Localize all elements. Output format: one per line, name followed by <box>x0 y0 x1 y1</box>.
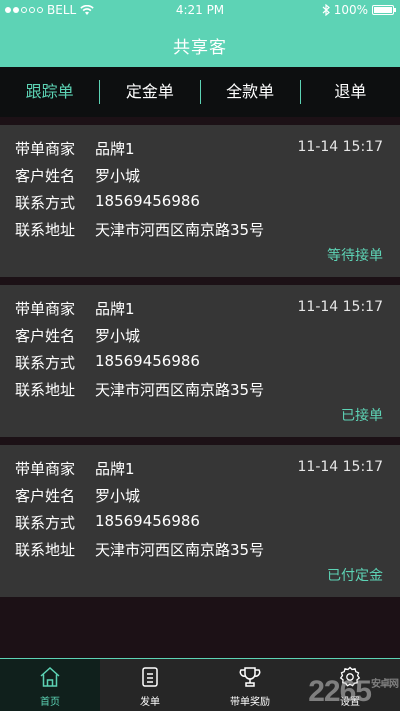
bluetooth-icon <box>322 4 330 16</box>
battery-icon <box>372 5 396 15</box>
customer-label: 客户姓名 <box>15 327 76 345</box>
customer-value: 罗小城 <box>95 167 141 185</box>
address-value: 天津市河西区南京路35号 <box>95 221 265 239</box>
battery-percent: 100% <box>333 3 368 17</box>
phone-label: 联系方式 <box>15 514 76 532</box>
clipboard-icon <box>142 667 158 687</box>
nav-post-order-label: 发单 <box>140 697 160 708</box>
merchant-label: 带单商家 <box>15 460 76 478</box>
phone-row: 联系方式 18569456986 <box>15 512 200 532</box>
trophy-icon <box>239 667 261 687</box>
tab-deposit[interactable]: 定金单 <box>99 80 199 104</box>
order-status: 等待接单 <box>327 248 383 264</box>
tab-refund[interactable]: 退单 <box>299 80 400 104</box>
customer-row: 客户姓名 罗小城 <box>15 485 140 505</box>
merchant-value: 品牌1 <box>95 300 135 318</box>
address-row: 联系地址 天津市河西区南京路35号 <box>15 379 264 399</box>
status-bar: BELL 4:21 PM 100% <box>0 0 400 20</box>
home-icon <box>40 666 60 687</box>
nav-home-label: 首页 <box>40 697 60 708</box>
address-row: 联系地址 天津市河西区南京路35号 <box>15 219 264 239</box>
phone-value: 18569456986 <box>95 512 200 530</box>
app-header: BELL 4:21 PM 100% 共享客 <box>0 0 400 67</box>
customer-value: 罗小城 <box>95 487 141 505</box>
phone-row: 联系方式 18569456986 <box>15 192 200 212</box>
customer-row: 客户姓名 罗小城 <box>15 325 140 345</box>
page-title: 共享客 <box>173 38 227 58</box>
order-status: 已接单 <box>341 408 383 424</box>
order-time: 11-14 15:17 <box>297 139 383 155</box>
order-list: 带单商家 品牌1 11-14 15:17 客户姓名 罗小城 联系方式 18569… <box>0 125 400 605</box>
order-card[interactable]: 带单商家 品牌1 11-14 15:17 客户姓名 罗小城 联系方式 18569… <box>0 445 400 597</box>
order-status: 已付定金 <box>327 568 383 584</box>
address-label: 联系地址 <box>15 381 76 399</box>
address-row: 联系地址 天津市河西区南京路35号 <box>15 539 264 559</box>
watermark-logo: 2265安卓网 <box>308 675 399 709</box>
address-value: 天津市河西区南京路35号 <box>95 381 265 399</box>
tab-full-payment[interactable]: 全款单 <box>199 80 300 104</box>
merchant-row: 带单商家 品牌1 <box>15 298 135 318</box>
watermark-text: 2265 <box>308 675 372 708</box>
phone-value: 18569456986 <box>95 352 200 370</box>
merchant-value: 品牌1 <box>95 140 135 158</box>
customer-value: 罗小城 <box>95 327 141 345</box>
merchant-row: 带单商家 品牌1 <box>15 138 135 158</box>
watermark-subtext: 安卓网 <box>371 679 399 690</box>
merchant-label: 带单商家 <box>15 140 76 158</box>
order-time: 11-14 15:17 <box>297 299 383 315</box>
status-right: 100% <box>322 3 396 17</box>
phone-label: 联系方式 <box>15 194 76 212</box>
address-label: 联系地址 <box>15 541 76 559</box>
address-label: 联系地址 <box>15 221 76 239</box>
order-tabs: 跟踪单 定金单 全款单 退单 <box>0 67 400 117</box>
nav-rewards-label: 带单奖励 <box>230 697 270 708</box>
phone-row: 联系方式 18569456986 <box>15 352 200 372</box>
nav-home[interactable]: 首页 <box>0 659 100 711</box>
tab-tracking[interactable]: 跟踪单 <box>0 80 99 104</box>
order-time: 11-14 15:17 <box>297 459 383 475</box>
merchant-value: 品牌1 <box>95 460 135 478</box>
nav-rewards[interactable]: 带单奖励 <box>200 659 300 711</box>
phone-label: 联系方式 <box>15 354 76 372</box>
order-card[interactable]: 带单商家 品牌1 11-14 15:17 客户姓名 罗小城 联系方式 18569… <box>0 285 400 437</box>
merchant-label: 带单商家 <box>15 300 76 318</box>
customer-label: 客户姓名 <box>15 167 76 185</box>
nav-post-order[interactable]: 发单 <box>100 659 200 711</box>
customer-label: 客户姓名 <box>15 487 76 505</box>
address-value: 天津市河西区南京路35号 <box>95 541 265 559</box>
phone-value: 18569456986 <box>95 192 200 210</box>
customer-row: 客户姓名 罗小城 <box>15 165 140 185</box>
merchant-row: 带单商家 品牌1 <box>15 458 135 478</box>
order-card[interactable]: 带单商家 品牌1 11-14 15:17 客户姓名 罗小城 联系方式 18569… <box>0 125 400 277</box>
